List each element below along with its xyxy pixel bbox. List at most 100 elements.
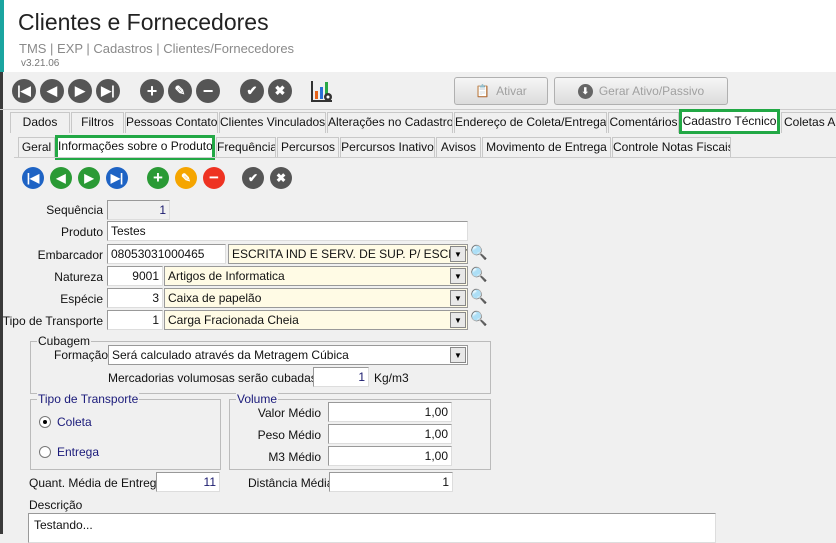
last-record-icon[interactable]: ▶| — [106, 167, 128, 189]
valor-medio-label: Valor Médio — [257, 406, 321, 420]
tab-dados[interactable]: Dados — [10, 112, 70, 133]
subtab-movimento-entrega[interactable]: Movimento de Entrega — [482, 137, 611, 158]
tab-comentarios[interactable]: Comentários — [608, 112, 679, 133]
tipo-transporte-code-input[interactable]: 1 — [107, 310, 163, 330]
add-icon[interactable]: + — [140, 79, 164, 103]
cubagem-value-input[interactable]: 1 — [313, 367, 369, 387]
especie-name: Caixa de papelão — [168, 291, 262, 305]
m3-medio-input[interactable]: 1,00 — [328, 446, 452, 466]
peso-medio-input[interactable]: 1,00 — [328, 424, 452, 444]
tab-endereco-coleta-entrega[interactable]: Endereço de Coleta/Entrega — [454, 112, 607, 133]
tipo-transporte-group: Tipo de Transporte — [30, 392, 221, 470]
natureza-name: Artigos de Informatica — [168, 269, 285, 283]
quant-media-input[interactable]: 11 — [156, 472, 220, 492]
cancel-icon[interactable]: ✖ — [270, 167, 292, 189]
entrega-label: Entrega — [57, 445, 100, 459]
formacao-value: Será calculado através da Metragem Cúbic… — [112, 348, 349, 362]
produto-input[interactable]: Testes — [107, 221, 468, 241]
subtab-controle-notas-fiscais[interactable]: Controle Notas Fiscais — [612, 137, 731, 158]
breadcrumb: TMS | EXP | Cadastros | Clientes/Fornece… — [19, 41, 295, 56]
subtab-avisos[interactable]: Avisos — [436, 137, 481, 158]
coleta-radio[interactable]: Coleta — [39, 415, 92, 429]
search-icon[interactable]: 🔍 — [470, 288, 487, 305]
radio-unchecked-icon — [39, 446, 51, 458]
chevron-down-icon[interactable]: ▼ — [450, 312, 466, 328]
distancia-media-label: Distância Média — [248, 476, 334, 490]
search-icon[interactable]: 🔍 — [470, 266, 487, 283]
edit-icon[interactable]: ✎ — [168, 79, 192, 103]
chevron-down-icon[interactable]: ▼ — [450, 290, 466, 306]
first-record-icon[interactable]: |◀ — [22, 167, 44, 189]
valor-medio-input[interactable]: 1,00 — [328, 402, 452, 422]
m3-medio-label: M3 Médio — [268, 450, 321, 464]
embarcador-select[interactable]: ESCRITA IND E SERV. DE SUP. P/ ESCRITORI… — [228, 244, 468, 264]
previous-record-icon[interactable]: ◀ — [40, 79, 64, 103]
embarcador-code-input[interactable]: 08053031000465 — [107, 244, 226, 264]
tab-pessoas-contato[interactable]: Pessoas Contato — [125, 112, 218, 133]
descricao-label: Descrição — [29, 498, 83, 512]
quant-media-label: Quant. Média de Entregas — [29, 476, 170, 490]
radio-checked-icon — [39, 416, 51, 428]
confirm-icon[interactable]: ✔ — [242, 167, 264, 189]
especie-code-input[interactable]: 3 — [107, 288, 163, 308]
produto-label: Produto — [60, 225, 103, 239]
tab-filtros[interactable]: Filtros — [71, 112, 124, 133]
accent-bar — [0, 0, 4, 72]
cubagem-title: Cubagem — [37, 334, 92, 348]
natureza-select[interactable]: Artigos de Informatica ▼ — [164, 266, 468, 286]
entrega-radio[interactable]: Entrega — [39, 445, 99, 459]
clipboard-icon: 📋 — [475, 84, 491, 98]
chevron-down-icon[interactable]: ▼ — [450, 347, 466, 363]
unit-label: Kg/m3 — [374, 371, 409, 385]
download-icon: ⬇ — [577, 83, 593, 99]
embarcador-name: ESCRITA IND E SERV. DE SUP. P/ ESCRITORI — [232, 247, 468, 261]
previous-record-icon[interactable]: ◀ — [50, 167, 72, 189]
coleta-label: Coleta — [57, 415, 92, 429]
tab-coletas-automaticas[interactable]: Coletas Au — [781, 112, 836, 133]
search-icon[interactable]: 🔍 — [470, 310, 487, 327]
subtab-percursos[interactable]: Percursos — [277, 137, 339, 158]
tipo-transporte-name: Carga Fracionada Cheia — [168, 313, 299, 327]
confirm-icon[interactable]: ✔ — [240, 79, 264, 103]
search-icon[interactable]: 🔍 — [470, 244, 487, 261]
subtab-percursos-inativo[interactable]: Percursos Inativo — [340, 137, 435, 158]
peso-medio-label: Peso Médio — [257, 428, 321, 442]
last-record-icon[interactable]: ▶| — [96, 79, 120, 103]
sequencia-field: 1 — [107, 200, 170, 220]
natureza-label: Natureza — [54, 270, 103, 284]
especie-label: Espécie — [60, 292, 103, 306]
formacao-select[interactable]: Será calculado através da Metragem Cúbic… — [108, 345, 468, 365]
edit-icon[interactable]: ✎ — [175, 167, 197, 189]
sequencia-label: Sequência — [46, 203, 103, 217]
gerar-label: Gerar Ativo/Passivo — [598, 84, 705, 98]
next-record-icon[interactable]: ▶ — [78, 167, 100, 189]
natureza-code-input[interactable]: 9001 — [107, 266, 163, 286]
subtab-frequencia[interactable]: Frequência — [216, 137, 276, 158]
tab-cadastro-tecnico[interactable]: Cadastro Técnico — [679, 109, 780, 134]
chart-settings-icon[interactable] — [310, 79, 334, 103]
first-record-icon[interactable]: |◀ — [12, 79, 36, 103]
especie-select[interactable]: Caixa de papelão ▼ — [164, 288, 468, 308]
descricao-textarea[interactable]: Testando... — [28, 513, 716, 543]
distancia-media-input[interactable]: 1 — [329, 472, 453, 492]
subtab-geral[interactable]: Geral — [18, 137, 55, 158]
chevron-down-icon[interactable]: ▼ — [450, 268, 466, 284]
remove-icon[interactable]: − — [203, 167, 225, 189]
cancel-icon[interactable]: ✖ — [268, 79, 292, 103]
chevron-down-icon[interactable]: ▼ — [450, 246, 466, 262]
mercadorias-label: Mercadorias volumosas serão cubadas a — [108, 371, 327, 385]
page-title: Clientes e Fornecedores — [18, 9, 269, 35]
embarcador-label: Embarcador — [37, 248, 103, 262]
tipo-transporte-select[interactable]: Carga Fracionada Cheia ▼ — [164, 310, 468, 330]
remove-icon[interactable]: − — [196, 79, 220, 103]
add-icon[interactable]: + — [147, 167, 169, 189]
left-border — [0, 72, 3, 534]
version-label: v3.21.06 — [21, 58, 60, 69]
next-record-icon[interactable]: ▶ — [68, 79, 92, 103]
tab-clientes-vinculados[interactable]: Clientes Vinculados — [219, 112, 326, 133]
tipo-transporte-group-title: Tipo de Transporte — [37, 392, 140, 406]
gerar-ativo-passivo-button[interactable]: ⬇ Gerar Ativo/Passivo — [554, 77, 728, 105]
ativar-button[interactable]: 📋 Ativar — [454, 77, 548, 105]
tab-alteracoes-cadastro[interactable]: Alterações no Cadastro — [327, 112, 453, 133]
tipo-transporte-label: Tipo de Transporte — [2, 314, 103, 328]
